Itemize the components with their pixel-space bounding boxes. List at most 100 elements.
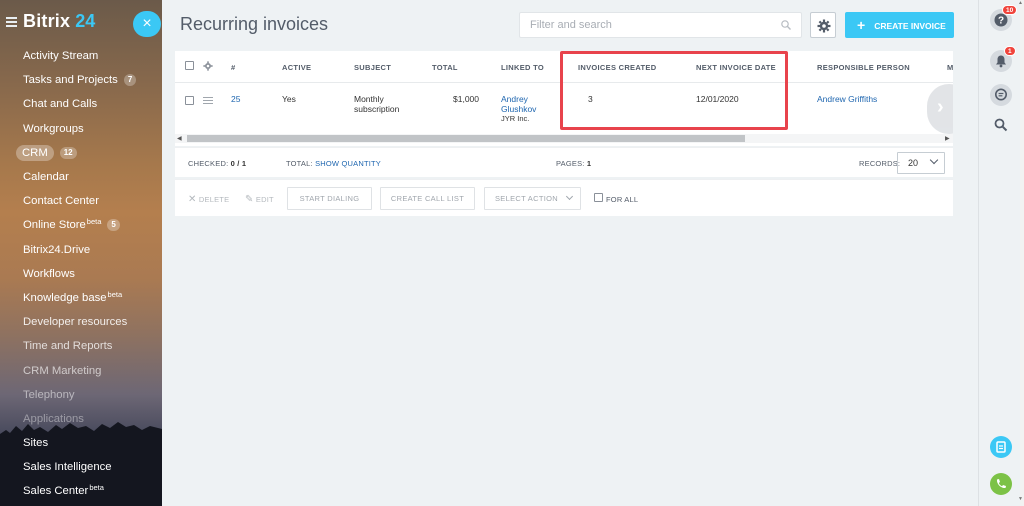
row-linked-name-line1[interactable]: Andrey [501, 94, 528, 104]
sidebar-item[interactable]: Tasks and Projects 7 [23, 68, 137, 92]
sidebar-item[interactable]: Activity Stream [23, 44, 136, 68]
sidebar-item[interactable]: Workgroups [23, 117, 136, 141]
row-checkbox[interactable] [185, 96, 194, 105]
records-label: RECORDS: [859, 159, 901, 168]
pages-label: PAGES: [556, 159, 585, 168]
scrollbar-thumb[interactable] [187, 135, 745, 142]
notifications-button[interactable]: 1 [990, 46, 1016, 72]
sidebar-item[interactable]: Developer resources [23, 310, 136, 334]
row-id[interactable]: 25 [231, 94, 240, 104]
logo[interactable]: Bitrix 24 [6, 10, 95, 32]
sidebar-item[interactable]: Time and Reports [23, 334, 136, 358]
create-invoice-button[interactable]: + CREATE INVOICE [845, 12, 954, 38]
column-header-responsible-person[interactable]: RESPONSIBLE PERSON [817, 63, 910, 72]
sidebar-item[interactable]: CRM 12 [16, 141, 136, 165]
select-all-checkbox[interactable] [185, 61, 194, 70]
show-quantity-link[interactable]: SHOW QUANTITY [315, 159, 381, 168]
search-icon[interactable] [781, 20, 791, 30]
column-header-active[interactable]: ACTIVE [282, 63, 311, 72]
search-button[interactable] [990, 114, 1012, 136]
sidebar-item[interactable]: Telephony [23, 383, 136, 407]
row-total: $1,000 [453, 94, 479, 104]
column-header-id[interactable]: # [231, 63, 235, 72]
logo-text: Bitrix [23, 10, 71, 31]
page-title: Recurring invoices [180, 14, 329, 34]
pencil-icon: ✎ [245, 194, 254, 205]
call-button[interactable] [990, 473, 1012, 495]
records-per-page-select[interactable]: 20 [897, 152, 945, 174]
sidebar-item-counter: 5 [107, 219, 120, 232]
edit-label: EDIT [255, 195, 274, 204]
scroll-right-arrow-icon[interactable]: ▶ [945, 135, 950, 142]
sidebar-item[interactable]: Sales Intelligence [23, 455, 136, 479]
plus-icon: + [857, 17, 866, 33]
create-invoice-label: CREATE INVOICE [874, 21, 946, 31]
sidebar-item[interactable]: Chat and Calls [23, 92, 136, 116]
column-settings-gear-icon[interactable] [203, 61, 213, 71]
question-icon: ? [994, 13, 1008, 27]
horizontal-scrollbar[interactable]: ◀ ▶ [175, 134, 953, 143]
row-responsible-person[interactable]: Andrew Griffiths [817, 94, 877, 104]
sidebar-item[interactable]: Calendar [23, 165, 136, 189]
row-subject-line1: Monthly [354, 94, 384, 104]
sidebar-item-label: Telephony [23, 388, 75, 401]
sidebar-item[interactable]: Sales Center beta [23, 479, 136, 503]
for-all-checkbox[interactable] [594, 193, 603, 202]
sidebar-item-label: Developer resources [23, 316, 128, 329]
left-sidebar: Bitrix 24 Activity Stream Tasks and Proje… [0, 0, 162, 506]
edit-button[interactable]: ✎ EDIT [245, 194, 274, 205]
menu-icon[interactable] [6, 16, 17, 27]
row-menu-icon[interactable] [203, 97, 213, 104]
row-linked-name-line2[interactable]: Glushkov [501, 104, 536, 114]
sidebar-item[interactable]: Bitrix24.Drive [23, 238, 136, 262]
chat-button[interactable] [990, 84, 1012, 106]
open-lines-button[interactable] [990, 436, 1012, 458]
records-value: 20 [908, 158, 919, 168]
sidebar-item-label: Time and Reports [23, 340, 113, 353]
scroll-up-arrow-icon[interactable]: ▲ [1018, 0, 1023, 6]
for-all-label: FOR ALL [606, 195, 639, 204]
notifications-badge: 1 [1004, 46, 1016, 56]
settings-button[interactable] [810, 12, 836, 38]
column-header-total[interactable]: TOTAL [432, 63, 458, 72]
sidebar-item-label: Sales Center [23, 485, 89, 498]
sidebar-item[interactable]: Sites [23, 431, 136, 455]
row-subject-line2: subscription [354, 104, 400, 114]
column-header-subject[interactable]: SUBJECT [354, 63, 391, 72]
start-dialing-button[interactable]: START DIALING [287, 187, 372, 210]
chevron-down-icon [565, 192, 574, 201]
delete-label: DELETE [198, 195, 230, 204]
sidebar-item[interactable]: Contact Center [23, 189, 136, 213]
sidebar-item-label: Workflows [23, 267, 75, 280]
sidebar-item-label: Chat and Calls [23, 98, 98, 111]
filter-search-box[interactable] [519, 12, 802, 38]
sidebar-item-label: Bitrix24.Drive [23, 243, 91, 256]
search-input[interactable] [520, 13, 760, 37]
page-scrollbar[interactable] [1020, 0, 1024, 506]
create-call-list-button[interactable]: CREATE CALL LIST [380, 187, 475, 210]
sidebar-item-beta-tag: beta [89, 483, 104, 493]
sidebar-item[interactable]: Knowledge base beta [23, 286, 136, 310]
group-actions-bar: ✕ DELETE ✎ EDIT START DIALING CREATE CAL… [175, 179, 953, 216]
checked-count: CHECKED: 0 / 1 [188, 159, 246, 168]
highlight-box [560, 51, 788, 130]
sidebar-nav: Activity Stream Tasks and Projects 7 Chat a… [16, 44, 137, 504]
pages-count: PAGES: 1 [556, 159, 591, 168]
sidebar-item-label: Applications [23, 412, 84, 425]
sidebar-item[interactable]: CRM Marketing [23, 358, 136, 382]
scroll-down-arrow-icon[interactable]: ▼ [1018, 496, 1023, 502]
select-action-dropdown[interactable]: SELECT ACTION [484, 187, 581, 210]
scroll-right-button[interactable]: › [927, 84, 953, 134]
scroll-left-arrow-icon[interactable]: ◀ [177, 135, 182, 142]
column-header-more[interactable]: M [947, 63, 953, 72]
sidebar-item[interactable]: Online Store beta 5 [23, 213, 136, 237]
help-badge: 10 [1002, 5, 1018, 15]
sidebar-item-label: Calendar [23, 171, 69, 184]
delete-button[interactable]: ✕ DELETE [188, 194, 229, 205]
bell-icon [996, 55, 1006, 68]
close-sidebar-button[interactable]: × [133, 11, 161, 37]
column-header-linked-to[interactable]: LINKED TO [501, 63, 544, 72]
sidebar-item-label: Online Store [23, 219, 86, 232]
sidebar-item[interactable]: Applications [23, 407, 136, 431]
help-button[interactable]: ? 10 [990, 5, 1018, 31]
